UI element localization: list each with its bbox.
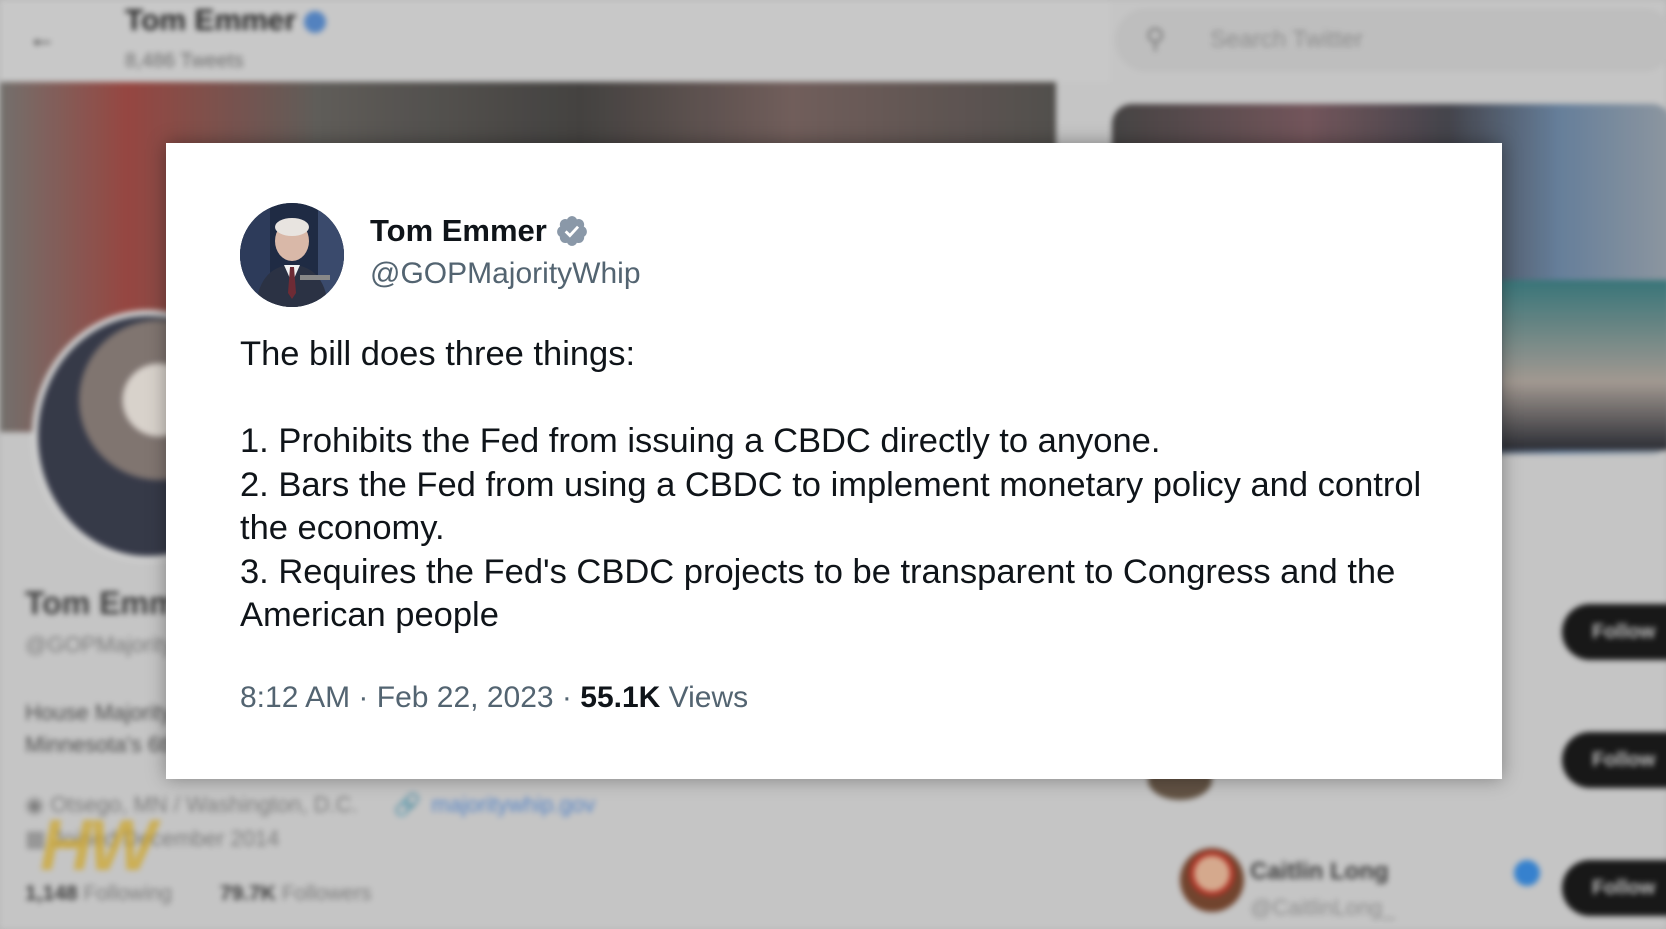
tweet-line-gap bbox=[240, 377, 1440, 421]
tweet-time[interactable]: 8:12 AM bbox=[240, 681, 350, 714]
tweet-line: 1. Prohibits the Fed from issuing a CBDC… bbox=[240, 422, 1161, 460]
tweet-line: The bill does three things: bbox=[240, 335, 636, 373]
separator: · bbox=[358, 681, 369, 714]
author-avatar[interactable] bbox=[240, 203, 344, 307]
verified-badge-icon bbox=[556, 216, 587, 246]
author-name[interactable]: Tom Emmer bbox=[370, 213, 589, 249]
tweet-date[interactable]: Feb 22, 2023 bbox=[377, 681, 554, 714]
author-avatar-image bbox=[240, 203, 344, 307]
tweet-card: Tom Emmer @GOPMajorityWhip The bill does… bbox=[166, 143, 1502, 779]
tweet-text: The bill does three things: 1. Prohibits… bbox=[240, 333, 1440, 638]
views-label[interactable]: Views bbox=[669, 681, 748, 714]
tweet-line: 3. Requires the Fed's CBDC projects to b… bbox=[240, 552, 1396, 635]
tweet-line: 2. Bars the Fed from using a CBDC to imp… bbox=[240, 465, 1422, 548]
views-count[interactable]: 55.1K bbox=[580, 681, 660, 714]
author-handle[interactable]: @GOPMajorityWhip bbox=[370, 257, 641, 291]
separator: · bbox=[561, 681, 572, 714]
tweet-metadata: 8:12 AM · Feb 22, 2023 · 55.1K Views bbox=[240, 681, 748, 715]
